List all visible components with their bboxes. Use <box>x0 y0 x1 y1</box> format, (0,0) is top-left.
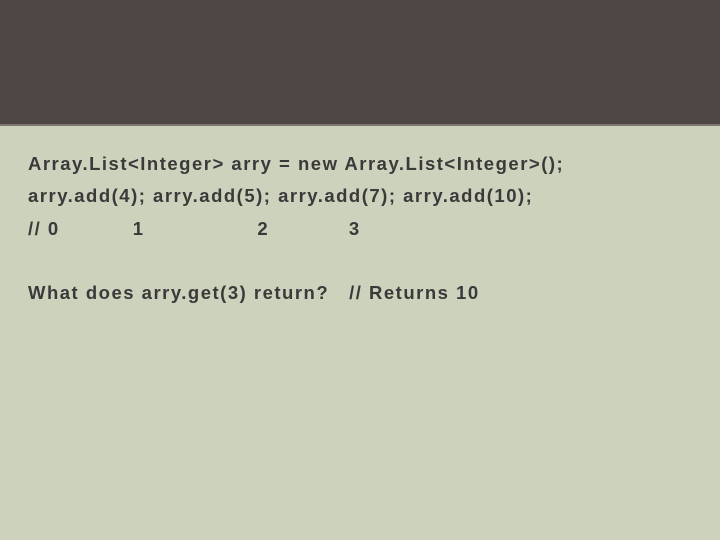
code-line-2: arry.add(4); arry.add(5); arry.add(7); a… <box>28 180 692 212</box>
slide-body: Array.List<Integer> arry = new Array.Lis… <box>0 126 720 310</box>
question-text: What does arry.get(3) return? <box>28 282 329 303</box>
code-line-1: Array.List<Integer> arry = new Array.Lis… <box>28 148 692 180</box>
slide-header-bar <box>0 0 720 124</box>
code-line-3: // 0 1 2 3 <box>28 213 692 245</box>
question-line: What does arry.get(3) return? // Returns… <box>28 277 692 309</box>
answer-text: // Returns 10 <box>349 282 480 303</box>
